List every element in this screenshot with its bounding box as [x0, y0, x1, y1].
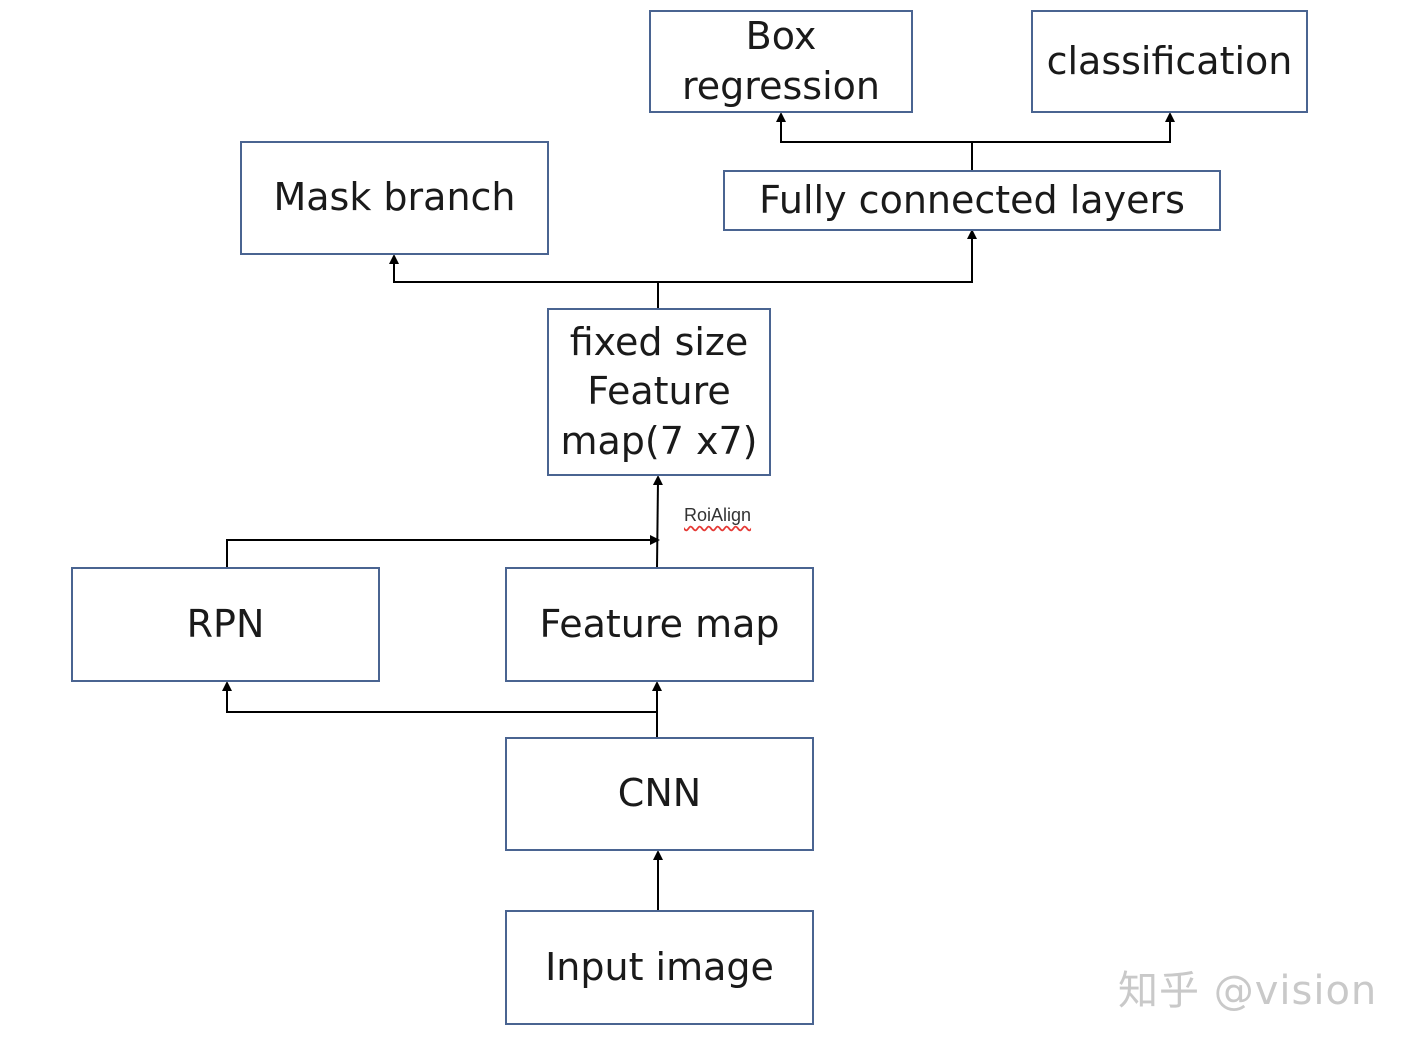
rpn-label: RPN [186, 601, 265, 646]
box-regression-label-line1: Box [745, 14, 817, 59]
fixed-feature-label-line2: Feature [587, 369, 731, 414]
arrow-feature-map-to-fixed-feature [652, 475, 663, 569]
watermark: 知乎 @vision [1118, 968, 1378, 1014]
classification-label: classification [1046, 38, 1293, 83]
rpn-node: RPN [71, 567, 380, 682]
input-image-node: Input image [505, 910, 814, 1025]
arrow-cnn-to-rpn [222, 681, 657, 713]
arrow-to-box-regression [776, 112, 972, 143]
arrow-to-classification [972, 112, 1175, 143]
feature-map-node: Feature map [505, 567, 814, 682]
roialign-label: RoiAlign [684, 505, 752, 525]
box-regression-node: Box regression [649, 10, 913, 113]
fully-connected-label: Fully connected layers [759, 177, 1185, 222]
fully-connected-node: Fully connected layers [723, 170, 1221, 231]
classification-node: classification [1031, 10, 1308, 113]
cnn-label: CNN [617, 771, 702, 816]
mask-branch-label: Mask branch [273, 175, 516, 220]
arrow-rpn-to-roialign [226, 535, 660, 568]
fixed-feature-label-line3: map(7 x7) [560, 418, 758, 463]
mask-branch-node: Mask branch [240, 141, 549, 255]
input-image-label: Input image [545, 944, 774, 989]
arrow-to-fully-connected [658, 229, 977, 283]
arrow-to-mask-branch [389, 254, 658, 283]
feature-map-label: Feature map [539, 601, 780, 646]
fixed-feature-label-line1: fixed size [569, 319, 749, 364]
box-regression-label-line2: regression [682, 63, 880, 108]
cnn-node: CNN [505, 737, 814, 851]
fixed-size-feature-map-node: fixed size Feature map(7 x7) [547, 308, 771, 476]
